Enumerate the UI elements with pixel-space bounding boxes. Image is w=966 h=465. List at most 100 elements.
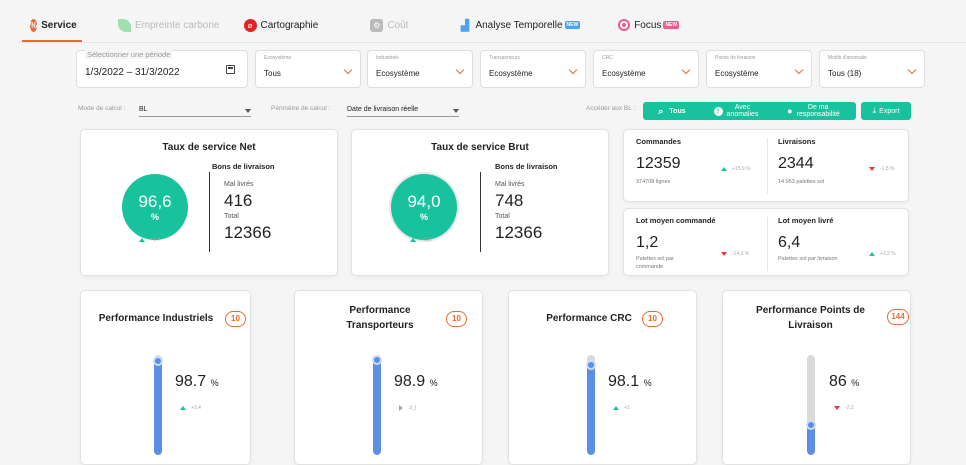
mode-calcul-label: Mode de calcul : [78,105,126,112]
field-value: Ecosystème [602,69,646,78]
tab-label: Coût [387,19,409,31]
perimetre-label: Périmètre de calcul : [271,105,331,112]
mal-livres-value: 416 [224,191,253,210]
anomalies-label: Avec anomalies [727,104,759,118]
livraisons-value: 2344 [778,155,814,172]
trend-value: +1 [624,405,630,411]
divider [767,217,768,271]
trend-value: -14,3 % [732,251,750,257]
tab-cartographie[interactable]: ⌀ Cartographie [232,8,331,42]
count-badge: 10 [225,311,246,327]
performance-bar [807,355,815,455]
perimetre-value: Date de livraison réelle [347,106,419,113]
tab-service[interactable]: % Service [18,8,86,42]
performance-crc-card: Performance CRC 10 98.1 % +1 [508,290,697,465]
chevron-down-icon [907,65,917,75]
field-label: Industriels [376,55,399,61]
commandes-trend: +15,9 % [721,166,751,172]
mode-calcul-value: BL [139,106,148,113]
trend-value: +15,9 % [732,166,751,172]
bar-fill [373,360,381,455]
perf-value: 98.9 % [394,373,438,391]
field-value: Tous [264,69,281,78]
card-title: Taux de service Net [162,142,256,153]
performance-bar [154,355,162,455]
taux-service-net-card: Taux de service Net 96,6 % +1,7 Bons de … [80,129,338,276]
calendar-icon [226,65,235,74]
mal-livres-label: Mal livrés [224,181,254,188]
trend-indicator: +1,7 [139,237,160,243]
field-value: Ecosystème [715,69,759,78]
anomalies-label-2: anomalies [726,111,759,118]
crc-select[interactable]: CRC Ecosystème [593,50,699,88]
anomalies-button[interactable]: ! Avec anomalies [701,104,771,118]
mode-calcul-select[interactable]: BL [139,106,251,117]
period-picker[interactable]: Sélectionner une période 1/3/2022 – 31/3… [76,50,248,88]
taux-service-brut-card: Taux de service Brut 94,0 % +1,6 Bons de… [351,129,609,276]
livraisons-trend: -1,8 % [869,166,894,172]
tab-focus[interactable]: Focus NEW [606,8,691,42]
lot-cmd-title: Lot moyen commandé [636,216,716,225]
count-badge: 144 [887,309,909,325]
new-badge: NEW [564,21,581,29]
ecosysteme-select[interactable]: Ecosystème Tous [255,50,361,88]
leaf-icon [118,18,131,32]
bar-knob [153,356,163,366]
tab-label: Analyse Temporelle [475,19,563,31]
perf-value: 86 % [829,373,859,391]
alert-icon: ! [713,106,723,116]
gauge-unit: % [419,212,428,222]
field-label: Ecosystème [264,55,292,61]
trend-up-icon [721,166,727,171]
bar-knob [806,420,816,430]
export-button[interactable]: ⤓ Export [861,102,911,120]
mal-livres-value: 748 [495,191,524,210]
trend-value: +1,6 [421,237,431,243]
divider [767,138,768,194]
lot-cmd-trend: -14,3 % [721,251,749,257]
chevron-down-icon [343,65,353,75]
trend-flat-icon [399,405,403,411]
caret-down-icon [453,109,459,113]
tab-label: Cartographie [260,19,319,31]
acceder-bl-label: Accéder aux BL : [586,105,636,112]
cost-icon: ⚙ [370,18,384,32]
perimetre-select[interactable]: Date de livraison réelle [347,106,459,117]
commandes-value: 12359 [636,155,681,172]
total-value: 12366 [495,223,543,242]
trend-value: -2,2 [845,405,854,411]
card-title: Taux de service Brut [431,142,529,153]
tab-empreinte-carbone[interactable]: Empreinte carbone [106,8,232,42]
tab-cout[interactable]: ⚙ Coût [358,8,420,42]
bar-chart-icon: ▟ [460,19,470,32]
lot-liv-trend: +3,2 % [869,251,896,257]
resp-label-2: responsabilité [796,111,840,118]
tab-divider [18,42,966,43]
responsabilite-button[interactable]: ● De ma responsabilité [771,104,856,118]
transporteurs-select[interactable]: Transporteurs Ecosystème [480,50,586,88]
perf-title: Performance Transporteurs [325,303,435,333]
commandes-title: Commandes [636,137,682,146]
perf-number: 98.7 [175,373,207,390]
bl-button-group: ⌕ Tous ! Avec anomalies ● De ma responsabi… [643,102,856,120]
tab-analyse-temporelle[interactable]: ▟ Analyse Temporelle NEW [446,8,592,42]
download-icon: ⤓ [872,106,877,115]
points-livraison-select[interactable]: Points de livraison Ecosystème [706,50,812,88]
trend-indicator: +1,6 [410,237,431,243]
industriels-select[interactable]: Industriels Ecosystème [367,50,473,88]
perf-trend: +3,4 [180,405,201,411]
tab-bar: % Service Empreinte carbone ⌀ Cartograph… [18,8,966,42]
net-gauge: 96,6 % [122,174,188,240]
perf-unit: % [429,378,438,388]
bar-fill [587,365,595,455]
field-value: Ecosystème [376,69,420,78]
lot-moyen-card: Lot moyen commandé 1,2 Palettes sol par … [623,208,909,276]
bar-fill [154,361,162,455]
tous-button[interactable]: ⌕ Tous [643,106,701,117]
perf-trend: +1 [613,405,630,411]
motifs-anomalie-select[interactable]: Motifs d'anomalie Tous (18) [819,50,925,88]
mal-livres-label: Mal livrés [495,181,525,188]
trend-up-icon [613,405,619,410]
perf-title-line-1: Performance Industriels [98,313,214,324]
performance-points-livraison-card: Performance Points de Livraison 144 86 % … [722,290,911,465]
